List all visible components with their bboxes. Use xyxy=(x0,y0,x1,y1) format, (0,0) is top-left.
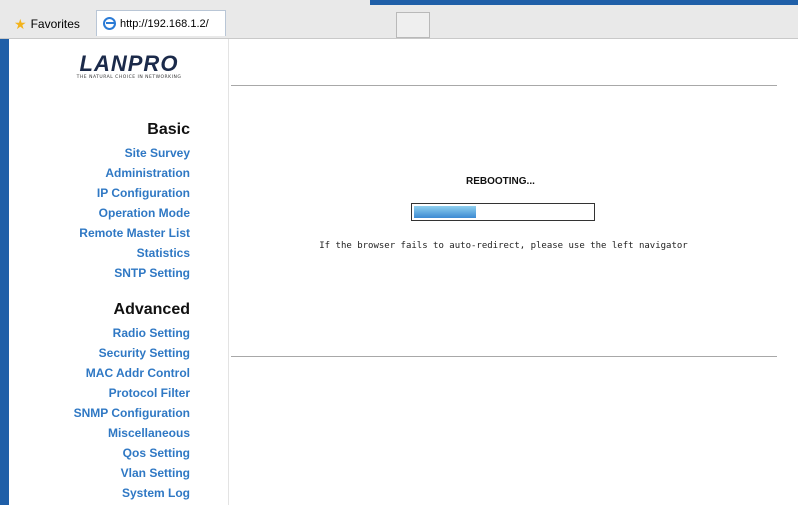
sidebar-item-site-survey[interactable]: Site Survey xyxy=(79,143,190,163)
advanced-section-title: Advanced xyxy=(113,301,190,318)
window-frame-accent xyxy=(370,0,798,5)
sidebar-item-mac-addr-control[interactable]: MAC Addr Control xyxy=(74,363,190,383)
sidebar-item-protocol-filter[interactable]: Protocol Filter xyxy=(74,383,190,403)
sidebar-item-administration[interactable]: Administration xyxy=(79,163,190,183)
lanpro-logo: LANPRO THE NATURAL CHOICE IN NETWORKING xyxy=(76,51,182,80)
favorites-label: Favorites xyxy=(30,17,80,31)
sidebar-item-remote-master-list[interactable]: Remote Master List xyxy=(79,223,190,243)
tab-url: http://192.168.1.2/ xyxy=(120,17,209,30)
sidebar-item-operation-mode[interactable]: Operation Mode xyxy=(79,203,190,223)
window-left-border xyxy=(0,0,9,505)
sidebar-item-vlan-setting[interactable]: Vlan Setting xyxy=(74,463,190,483)
sidebar-item-statistics[interactable]: Statistics xyxy=(79,243,190,263)
reboot-status: REBOOTING... xyxy=(466,176,535,187)
sidebar-item-security-setting[interactable]: Security Setting xyxy=(74,343,190,363)
sidebar-item-qos-setting[interactable]: Qos Setting xyxy=(74,443,190,463)
browser-toolbar: ★ Favorites http://192.168.1.2/ xyxy=(0,0,798,39)
star-icon: ★ xyxy=(14,16,27,32)
new-tab-button[interactable] xyxy=(396,12,430,38)
reboot-progress-bar xyxy=(411,203,595,221)
bottom-divider xyxy=(231,356,777,357)
advanced-menu: Radio Setting Security Setting MAC Addr … xyxy=(74,323,190,503)
sidebar-item-system-log[interactable]: System Log xyxy=(74,483,190,503)
progress-fill xyxy=(414,206,477,218)
redirect-note: If the browser fails to auto-redirect, p… xyxy=(319,241,688,251)
sidebar-item-miscellaneous[interactable]: Miscellaneous xyxy=(74,423,190,443)
main-content: REBOOTING... If the browser fails to aut… xyxy=(229,39,798,505)
favorites-button[interactable]: ★ Favorites xyxy=(14,14,80,34)
sidebar-item-sntp-setting[interactable]: SNTP Setting xyxy=(79,263,190,283)
browser-tab[interactable]: http://192.168.1.2/ xyxy=(96,10,226,36)
sidebar-item-snmp-configuration[interactable]: SNMP Configuration xyxy=(74,403,190,423)
top-divider xyxy=(231,85,777,86)
sidebar-item-radio-setting[interactable]: Radio Setting xyxy=(74,323,190,343)
basic-menu: Site Survey Administration IP Configurat… xyxy=(79,143,190,283)
basic-section-title: Basic xyxy=(147,121,190,138)
ie-icon xyxy=(103,17,116,30)
sidebar-item-ip-configuration[interactable]: IP Configuration xyxy=(79,183,190,203)
sidebar: LANPRO THE NATURAL CHOICE IN NETWORKING … xyxy=(9,39,229,505)
